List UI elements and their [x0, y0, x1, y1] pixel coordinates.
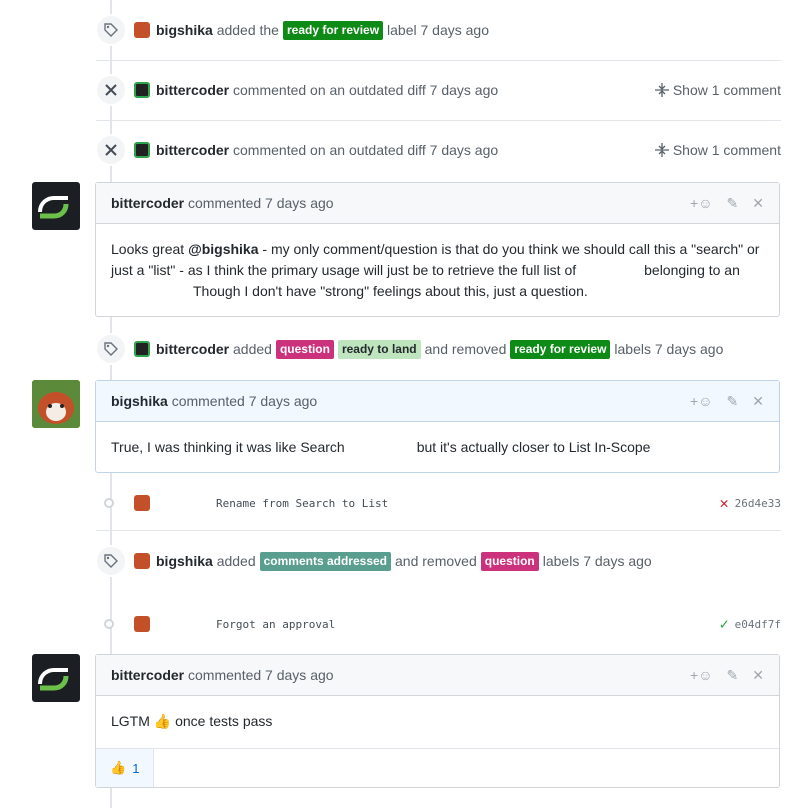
fail-icon[interactable]: ✕ — [720, 494, 729, 512]
event-text: and removed — [395, 553, 477, 569]
avatar[interactable] — [134, 495, 150, 511]
label-badge[interactable]: question — [275, 339, 334, 359]
delete-icon[interactable]: ✕ — [752, 195, 764, 212]
show-comment-button[interactable]: Show 1 comment — [654, 138, 781, 162]
avatar[interactable] — [134, 22, 150, 38]
comment-timestamp[interactable]: commented 7 days ago — [172, 393, 318, 409]
comment: bigshika commented 7 days ago +☺ ✎ ✕ Tru… — [95, 380, 780, 473]
comment-timestamp[interactable]: commented 7 days ago — [188, 667, 334, 683]
commit-sha[interactable]: ✓ e04df7f — [720, 615, 781, 633]
actor-link[interactable]: bittercoder — [156, 82, 229, 98]
divider — [96, 120, 781, 121]
reaction-bar: 👍 1 — [96, 748, 779, 787]
event-text: added — [216, 553, 256, 569]
show-comment-button[interactable]: Show 1 comment — [654, 78, 781, 102]
divider — [96, 60, 781, 61]
commit-sha[interactable]: ✕ 26d4e33 — [720, 494, 781, 512]
avatar[interactable] — [134, 616, 150, 632]
show-comment-label: Show 1 comment — [672, 142, 781, 158]
outdated-comment-event: bittercoder commented on an outdated dif… — [134, 138, 498, 162]
avatar[interactable] — [134, 341, 150, 357]
label-event: bittercoder added question ready to land… — [134, 337, 723, 361]
commit-icon — [104, 619, 114, 629]
comment: bittercoder commented 7 days ago +☺ ✎ ✕ … — [95, 182, 780, 317]
event-text: added — [233, 341, 272, 357]
add-reaction-icon[interactable]: +☺ — [690, 393, 712, 409]
comment-header: bittercoder commented 7 days ago +☺ ✎ ✕ — [96, 183, 779, 224]
user-mention[interactable]: @bigshika — [188, 241, 258, 257]
actor-link[interactable]: bittercoder — [156, 341, 229, 357]
comment-header: bigshika commented 7 days ago +☺ ✎ ✕ — [96, 381, 779, 422]
close-icon — [95, 134, 127, 166]
close-icon — [95, 74, 127, 106]
comment-timestamp[interactable]: commented 7 days ago — [188, 195, 334, 211]
edit-icon[interactable]: ✎ — [727, 667, 739, 684]
label-badge[interactable]: ready for review — [282, 20, 384, 40]
tag-icon — [95, 545, 127, 577]
event-text: label 7 days ago — [387, 22, 489, 38]
outdated-comment-event: bittercoder commented on an outdated dif… — [134, 78, 498, 102]
event-text: commented on an outdated diff 7 days ago — [233, 142, 499, 158]
reaction-count: 1 — [132, 760, 140, 776]
actor-link[interactable]: bittercoder — [156, 142, 229, 158]
comment-author[interactable]: bigshika — [111, 393, 168, 409]
event-text: added the — [216, 22, 279, 38]
edit-icon[interactable]: ✎ — [727, 393, 739, 410]
tag-icon — [95, 333, 127, 365]
tag-icon — [95, 14, 127, 46]
show-comment-label: Show 1 comment — [672, 82, 781, 98]
commit-row: Rename from Search to List ✕ 26d4e33 — [134, 491, 781, 515]
avatar[interactable] — [32, 380, 80, 428]
delete-icon[interactable]: ✕ — [752, 667, 764, 684]
event-text: commented on an outdated diff 7 days ago — [233, 82, 499, 98]
comment-header: bittercoder commented 7 days ago +☺ ✎ ✕ — [96, 655, 779, 696]
commit-icon — [104, 498, 114, 508]
label-event: bigshika added the ready for review labe… — [134, 18, 489, 42]
thumbs-up-icon: 👍 — [153, 713, 172, 729]
commit-message[interactable]: Rename from Search to List — [216, 497, 388, 510]
avatar[interactable] — [134, 142, 150, 158]
reaction-button[interactable]: 👍 1 — [96, 749, 155, 787]
add-reaction-icon[interactable]: +☺ — [690, 195, 712, 211]
actor-link[interactable]: bigshika — [156, 553, 213, 569]
thumbs-up-icon: 👍 — [110, 760, 127, 775]
label-event: bigshika added comments addressed and re… — [134, 549, 652, 573]
unfold-icon — [654, 143, 669, 157]
comment-body: True, I was thinking it was like Search b… — [111, 439, 651, 455]
check-icon[interactable]: ✓ — [720, 615, 729, 633]
avatar[interactable] — [134, 82, 150, 98]
label-badge[interactable]: ready to land — [337, 339, 421, 359]
comment-author[interactable]: bittercoder — [111, 195, 184, 211]
avatar[interactable] — [134, 553, 150, 569]
event-text: and removed — [424, 341, 507, 357]
divider — [96, 530, 781, 531]
delete-icon[interactable]: ✕ — [752, 393, 764, 410]
label-badge[interactable]: ready for review — [510, 339, 611, 359]
avatar[interactable] — [32, 182, 80, 230]
comment-body: Looks great @bigshika - my only comment/… — [111, 241, 760, 299]
add-reaction-icon[interactable]: +☺ — [690, 667, 712, 683]
event-text: labels 7 days ago — [614, 341, 724, 357]
edit-icon[interactable]: ✎ — [727, 195, 739, 212]
actor-link[interactable]: bigshika — [156, 22, 213, 38]
label-badge[interactable]: comments addressed — [259, 551, 392, 571]
label-badge[interactable]: question — [480, 551, 539, 571]
comment: bittercoder commented 7 days ago +☺ ✎ ✕ … — [95, 654, 780, 788]
avatar[interactable] — [32, 654, 80, 702]
comment-author[interactable]: bittercoder — [111, 667, 184, 683]
commit-row: Forgot an approval ✓ e04df7f — [134, 612, 781, 636]
commit-message[interactable]: Forgot an approval — [216, 618, 335, 631]
comment-body: LGTM 👍 once tests pass — [111, 713, 273, 729]
unfold-icon — [654, 83, 669, 97]
event-text: labels 7 days ago — [542, 553, 652, 569]
